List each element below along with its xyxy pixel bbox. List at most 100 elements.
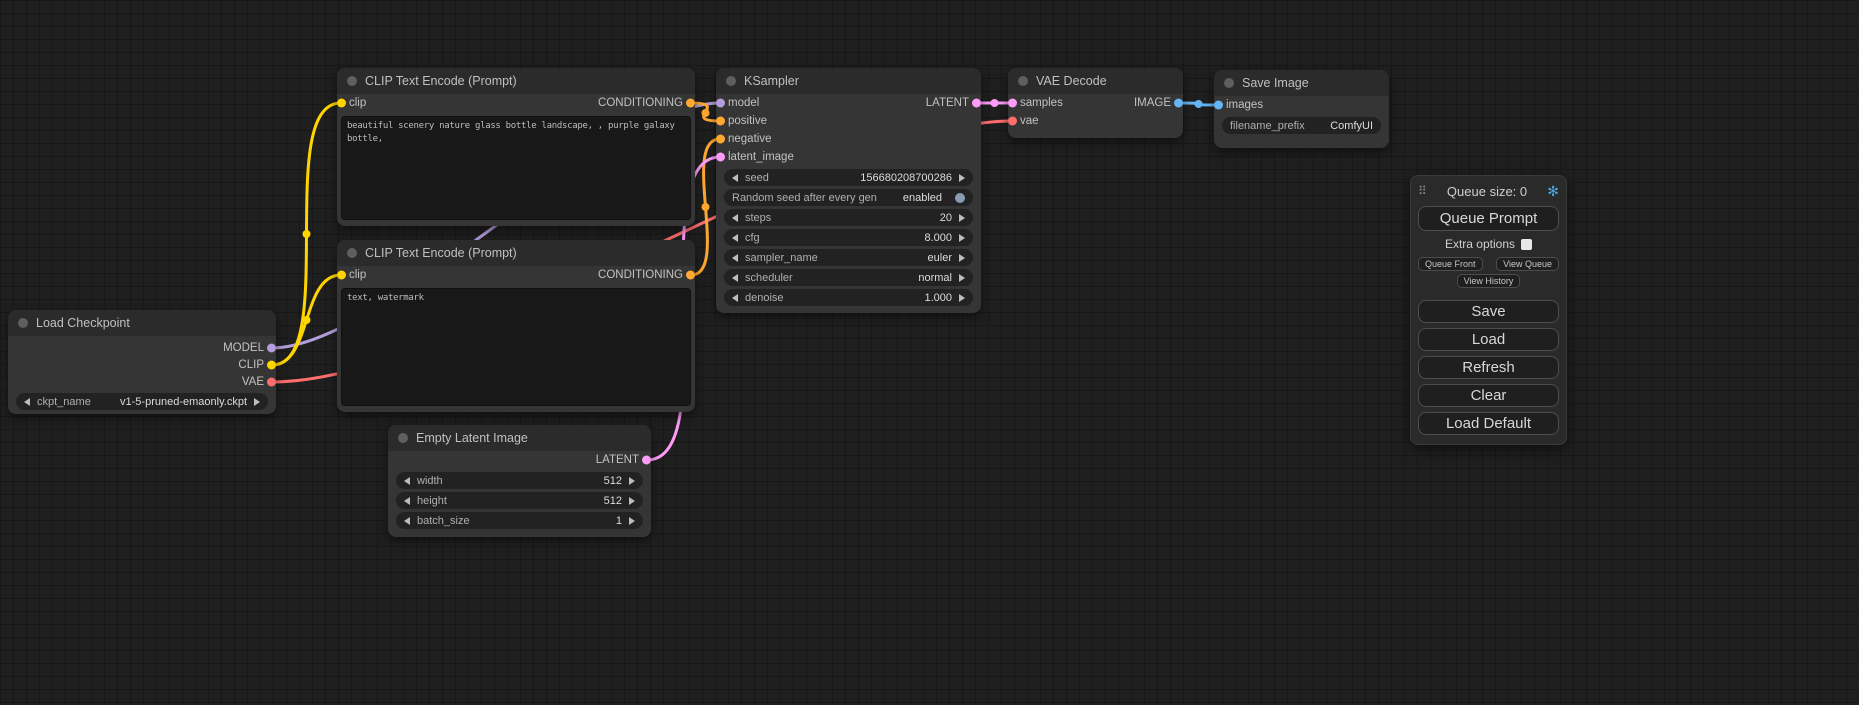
drag-handle-icon[interactable]: ⠿ [1418, 184, 1427, 198]
output-slot-image[interactable] [1174, 99, 1183, 108]
widget-name: scheduler [745, 272, 793, 284]
clear-button[interactable]: Clear [1418, 384, 1559, 407]
node-title-bar[interactable]: Load Checkpoint [8, 310, 276, 336]
wire-midpoint-dot [702, 109, 710, 117]
increment-arrow-icon[interactable] [629, 477, 635, 485]
node-ksampler[interactable]: KSampler model LATENT positive negative … [716, 68, 981, 313]
widget-scheduler[interactable]: scheduler normal [724, 269, 973, 286]
node-load-checkpoint[interactable]: Load Checkpoint MODEL CLIP VAE ckpt_name… [8, 310, 276, 414]
node-clip-text-encode-positive[interactable]: CLIP Text Encode (Prompt) clip CONDITION… [337, 68, 695, 226]
decrement-arrow-icon[interactable] [732, 174, 738, 182]
widget-seed[interactable]: seed 156680208700286 [724, 169, 973, 186]
decrement-arrow-icon[interactable] [732, 254, 738, 262]
decrement-arrow-icon[interactable] [732, 274, 738, 282]
decrement-arrow-icon[interactable] [404, 477, 410, 485]
increment-arrow-icon[interactable] [959, 174, 965, 182]
decrement-arrow-icon[interactable] [24, 398, 30, 406]
node-empty-latent-image[interactable]: Empty Latent Image LATENT width 512 heig… [388, 425, 651, 537]
decrement-arrow-icon[interactable] [404, 517, 410, 525]
widget-value: normal [918, 272, 952, 284]
widget-steps[interactable]: steps 20 [724, 209, 973, 226]
slot-row: vae [1008, 112, 1183, 130]
queue-size-label: Queue size: 0 [1427, 184, 1547, 199]
decrement-arrow-icon[interactable] [732, 294, 738, 302]
input-slot-latent-image[interactable] [716, 153, 725, 162]
input-slot-positive[interactable] [716, 117, 725, 126]
increment-arrow-icon[interactable] [629, 497, 635, 505]
widget-batch-size[interactable]: batch_size 1 [396, 512, 643, 529]
output-slot-latent[interactable] [642, 456, 651, 465]
decrement-arrow-icon[interactable] [732, 214, 738, 222]
decrement-arrow-icon[interactable] [404, 497, 410, 505]
node-vae-decode[interactable]: VAE Decode samples IMAGE vae [1008, 68, 1183, 138]
input-label-images: images [1226, 99, 1263, 111]
collapse-dot-icon[interactable] [398, 433, 408, 443]
increment-arrow-icon[interactable] [959, 274, 965, 282]
prompt-textarea[interactable]: beautiful scenery nature glass bottle la… [341, 116, 691, 220]
input-slot-model[interactable] [716, 99, 725, 108]
queue-prompt-button[interactable]: Queue Prompt [1418, 206, 1559, 231]
widget-width[interactable]: width 512 [396, 472, 643, 489]
increment-arrow-icon[interactable] [959, 214, 965, 222]
view-queue-button[interactable]: View Queue [1496, 257, 1559, 271]
input-slot-samples[interactable] [1008, 99, 1017, 108]
widget-random-seed-toggle[interactable]: Random seed after every gen enabled [724, 189, 973, 206]
output-slot-latent[interactable] [972, 99, 981, 108]
collapse-dot-icon[interactable] [347, 248, 357, 258]
widget-cfg[interactable]: cfg 8.000 [724, 229, 973, 246]
toggle-icon[interactable] [955, 193, 965, 203]
widget-sampler-name[interactable]: sampler_name euler [724, 249, 973, 266]
extra-options-checkbox[interactable] [1521, 239, 1532, 250]
input-slot-images[interactable] [1214, 101, 1223, 110]
view-history-button[interactable]: View History [1457, 274, 1521, 288]
node-title-bar[interactable]: KSampler [716, 68, 981, 94]
widget-name: seed [745, 172, 769, 184]
output-slot-clip[interactable] [267, 360, 276, 369]
increment-arrow-icon[interactable] [959, 294, 965, 302]
load-button[interactable]: Load [1418, 328, 1559, 351]
collapse-dot-icon[interactable] [1224, 78, 1234, 88]
widget-value: 1 [616, 515, 622, 527]
node-title-bar[interactable]: CLIP Text Encode (Prompt) [337, 68, 695, 94]
input-slot-clip[interactable] [337, 99, 346, 108]
collapse-dot-icon[interactable] [347, 76, 357, 86]
load-default-button[interactable]: Load Default [1418, 412, 1559, 435]
node-title-text: KSampler [744, 74, 799, 88]
node-title-bar[interactable]: VAE Decode [1008, 68, 1183, 94]
settings-gear-icon[interactable]: ✻ [1547, 183, 1559, 200]
output-slot-vae[interactable] [267, 377, 276, 386]
node-save-image[interactable]: Save Image images filename_prefix ComfyU… [1214, 70, 1389, 148]
node-title-bar[interactable]: Empty Latent Image [388, 425, 651, 451]
widget-denoise[interactable]: denoise 1.000 [724, 289, 973, 306]
increment-arrow-icon[interactable] [959, 254, 965, 262]
slot-row: LATENT [388, 451, 651, 469]
increment-arrow-icon[interactable] [959, 234, 965, 242]
refresh-button[interactable]: Refresh [1418, 356, 1559, 379]
collapse-dot-icon[interactable] [1018, 76, 1028, 86]
queue-front-button[interactable]: Queue Front [1418, 257, 1483, 271]
increment-arrow-icon[interactable] [629, 517, 635, 525]
node-clip-text-encode-negative[interactable]: CLIP Text Encode (Prompt) clip CONDITION… [337, 240, 695, 412]
widget-value: 156680208700286 [860, 172, 952, 184]
output-slot-conditioning[interactable] [686, 271, 695, 280]
input-slot-negative[interactable] [716, 135, 725, 144]
slot-row: negative [716, 130, 981, 148]
widget-value: 512 [604, 495, 622, 507]
widget-ckpt-name[interactable]: ckpt_name v1-5-pruned-emaonly.ckpt [16, 393, 268, 410]
decrement-arrow-icon[interactable] [732, 234, 738, 242]
output-slot-model[interactable] [267, 343, 276, 352]
collapse-dot-icon[interactable] [726, 76, 736, 86]
input-slot-clip[interactable] [337, 271, 346, 280]
collapse-dot-icon[interactable] [18, 318, 28, 328]
output-slot-conditioning[interactable] [686, 99, 695, 108]
input-slot-vae[interactable] [1008, 117, 1017, 126]
prompt-textarea[interactable]: text, watermark [341, 288, 691, 406]
node-graph-canvas[interactable]: Load Checkpoint MODEL CLIP VAE ckpt_name… [0, 0, 1859, 705]
wire-midpoint-dot [702, 203, 710, 211]
widget-filename-prefix[interactable]: filename_prefix ComfyUI [1222, 117, 1381, 134]
node-title-bar[interactable]: CLIP Text Encode (Prompt) [337, 240, 695, 266]
widget-height[interactable]: height 512 [396, 492, 643, 509]
increment-arrow-icon[interactable] [254, 398, 260, 406]
save-button[interactable]: Save [1418, 300, 1559, 323]
node-title-bar[interactable]: Save Image [1214, 70, 1389, 96]
